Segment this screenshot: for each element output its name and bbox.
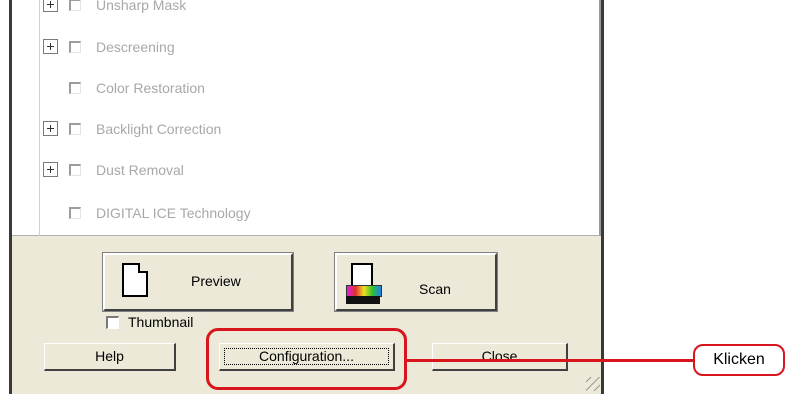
preview-document-icon xyxy=(122,263,148,297)
scanner-base-icon xyxy=(346,296,380,304)
help-button-label: Help xyxy=(95,348,124,364)
expand-plus-icon[interactable] xyxy=(43,162,58,177)
callout-label: Klicken xyxy=(693,344,785,376)
option-label: Color Restoration xyxy=(96,80,205,96)
resize-grip-icon[interactable] xyxy=(586,377,600,391)
option-label: Backlight Correction xyxy=(96,121,222,137)
option-label: Dust Removal xyxy=(96,162,184,178)
preview-button-label: Preview xyxy=(191,273,241,289)
help-button[interactable]: Help xyxy=(44,343,176,371)
thumbnail-checkbox[interactable] xyxy=(106,316,119,329)
dust-removal-checkbox[interactable] xyxy=(69,164,81,176)
backlight-correction-checkbox[interactable] xyxy=(69,123,81,135)
option-label: Unsharp Mask xyxy=(96,0,187,13)
option-label: DIGITAL ICE Technology xyxy=(96,205,251,221)
thumbnail-label: Thumbnail xyxy=(128,314,194,330)
option-label: Descreening xyxy=(96,39,175,55)
expand-plus-icon[interactable] xyxy=(43,0,58,12)
callout-line xyxy=(407,359,693,362)
expand-plus-icon[interactable] xyxy=(43,39,58,54)
close-button[interactable]: Close xyxy=(432,343,568,371)
scan-button[interactable]: Scan xyxy=(334,252,498,312)
descreening-checkbox[interactable] xyxy=(69,41,81,53)
highlight-box xyxy=(206,328,407,390)
unsharp-mask-checkbox[interactable] xyxy=(69,0,81,11)
adjustments-panel: Unsharp Mask Descreening Color Restorati… xyxy=(12,0,601,236)
tree-line xyxy=(39,0,40,236)
preview-button[interactable]: Preview xyxy=(102,252,294,312)
expand-plus-icon[interactable] xyxy=(43,121,58,136)
color-restoration-checkbox[interactable] xyxy=(69,82,81,94)
scan-button-label: Scan xyxy=(419,281,451,297)
digital-ice-checkbox[interactable] xyxy=(69,207,81,219)
